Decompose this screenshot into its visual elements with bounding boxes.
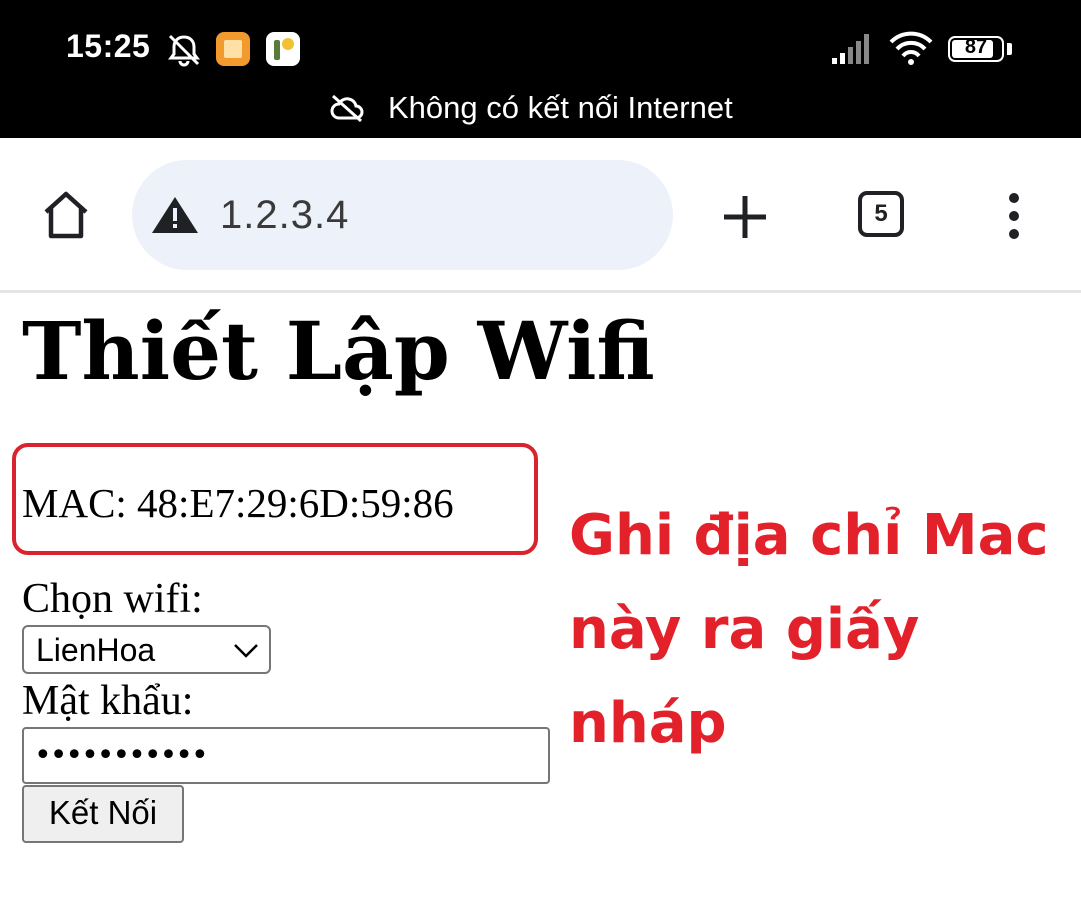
status-bar: 15:25 87 Không có kết nối Internet [0, 0, 1081, 138]
password-field[interactable]: ••••••••••• [22, 727, 550, 784]
dnd-off-icon [168, 34, 200, 67]
browser-toolbar: 1.2.3.4 5 [0, 138, 1081, 293]
wifi-label: Chọn wifi: [22, 576, 203, 622]
new-tab-icon[interactable] [722, 194, 768, 240]
battery-terminal [1007, 43, 1012, 55]
url-text[interactable]: 1.2.3.4 [220, 193, 349, 238]
chevron-down-icon [234, 644, 258, 658]
signal-icon [832, 34, 869, 64]
annotation-note: Ghi địa chỉ Mac này ra giấy nháp [569, 503, 1049, 756]
cloud-off-icon [330, 94, 364, 122]
address-bar[interactable]: 1.2.3.4 [132, 160, 673, 270]
web-page: Thiết Lập Wifi MAC: 48:E7:29:6D:59:86 Gh… [0, 293, 1081, 914]
menu-icon[interactable] [1004, 190, 1024, 242]
home-icon[interactable] [40, 190, 92, 240]
battery-percent: 87 [964, 36, 988, 58]
wifi-select-value: LienHoa [36, 632, 156, 668]
password-value: ••••••••••• [34, 738, 209, 773]
clock: 15:25 [66, 28, 151, 64]
connect-button[interactable]: Kết Nối [22, 785, 184, 843]
password-label: Mật khẩu: [22, 678, 194, 724]
mac-address: MAC: 48:E7:29:6D:59:86 [22, 480, 454, 526]
tab-switcher-icon[interactable]: 5 [858, 191, 904, 237]
warning-icon[interactable] [150, 195, 200, 235]
notes-app-icon [216, 32, 250, 66]
page-title: Thiết Lập Wifi [22, 304, 655, 398]
wifi-icon [889, 31, 933, 65]
game-app-icon [266, 32, 300, 66]
connection-notice: Không có kết nối Internet [330, 90, 733, 126]
connection-notice-text: Không có kết nối Internet [388, 90, 733, 125]
wifi-select[interactable]: LienHoa [22, 625, 271, 674]
battery-icon: 87 [948, 36, 1004, 62]
